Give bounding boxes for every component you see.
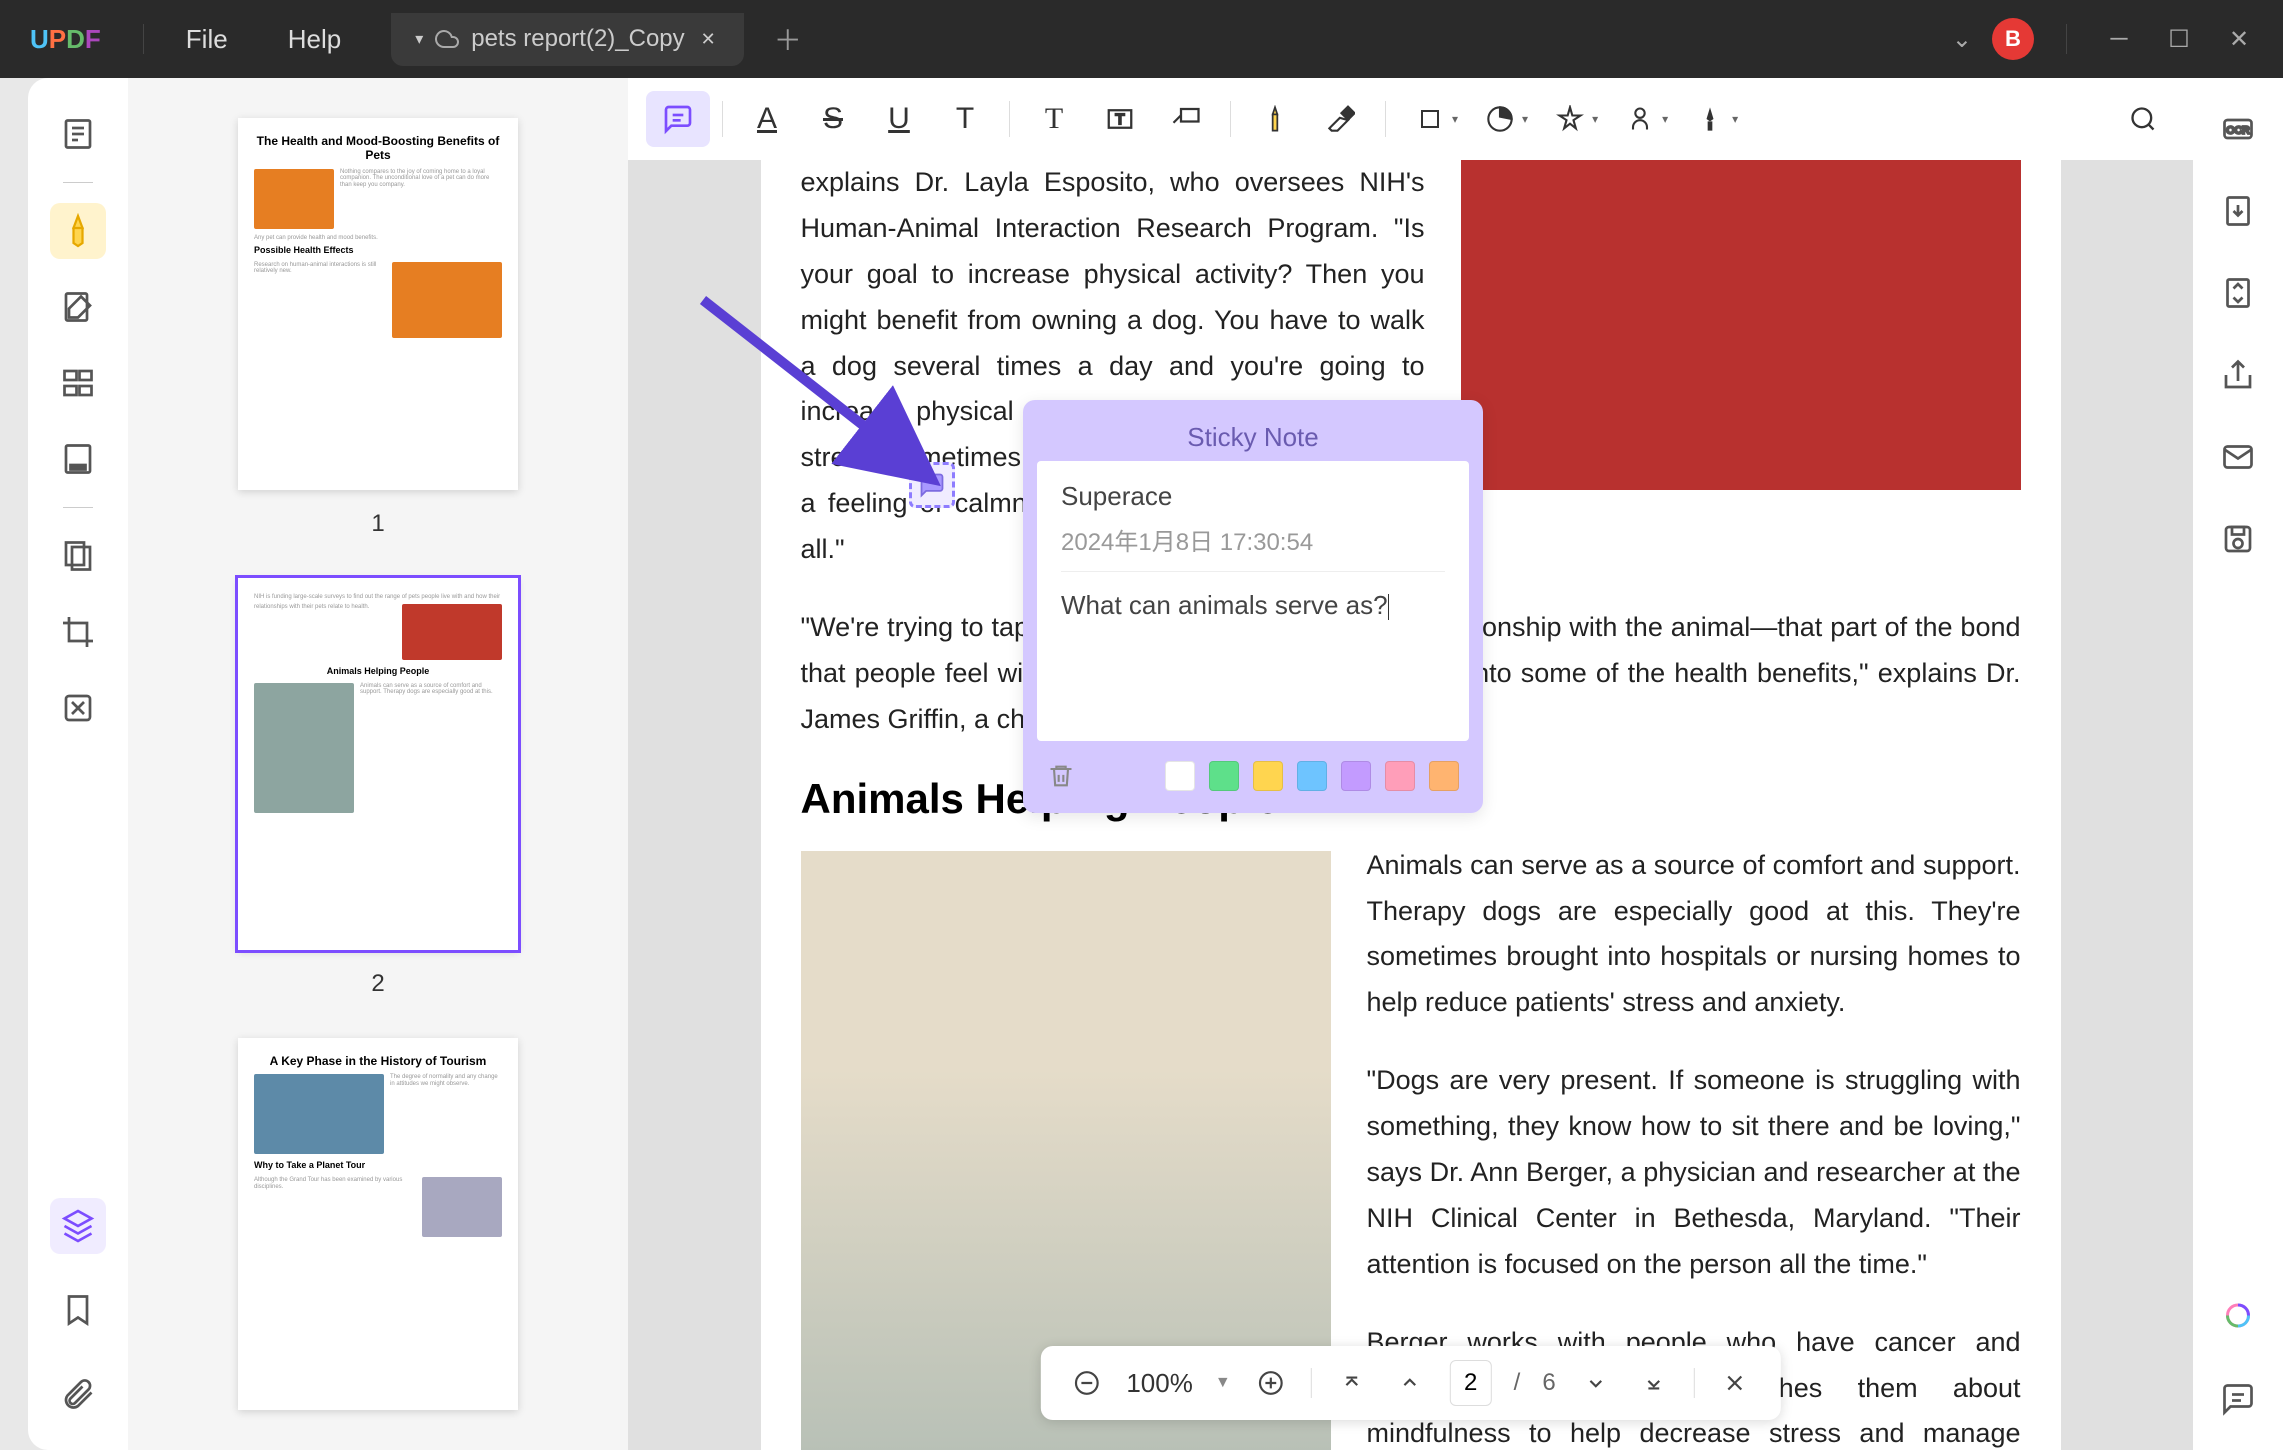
app-logo: UPDF <box>0 24 131 55</box>
minimize-button[interactable]: ─ <box>2099 25 2139 53</box>
layers-button[interactable] <box>50 1198 106 1254</box>
next-page-button[interactable] <box>1578 1365 1614 1401</box>
page-separator: / <box>1514 1369 1521 1397</box>
page-navigation: 100% ▼ / 6 <box>1040 1346 1780 1420</box>
convert-button[interactable] <box>2217 190 2259 232</box>
bookmark-button[interactable] <box>50 1282 106 1338</box>
prev-page-button[interactable] <box>1392 1365 1428 1401</box>
share-button[interactable] <box>2217 354 2259 396</box>
menu-help[interactable]: Help <box>258 24 371 55</box>
color-yellow[interactable] <box>1253 761 1283 791</box>
left-toolbar <box>28 78 128 1450</box>
dropdown-icon[interactable]: ▾ <box>1452 112 1458 126</box>
email-button[interactable] <box>2217 436 2259 478</box>
thumb-title: The Health and Mood-Boosting Benefits of… <box>254 134 502 163</box>
svg-text:OCR: OCR <box>2226 125 2250 137</box>
new-tab-button[interactable]: ＋ <box>774 19 802 59</box>
color-purple[interactable] <box>1341 761 1371 791</box>
callout-tool[interactable] <box>1154 91 1218 147</box>
thumbnail-page-1[interactable]: The Health and Mood-Boosting Benefits of… <box>238 118 518 490</box>
page-total: 6 <box>1542 1369 1555 1397</box>
delete-note-button[interactable] <box>1047 762 1075 790</box>
tab-dropdown-icon[interactable]: ▾ <box>415 29 423 49</box>
save-button[interactable] <box>2217 518 2259 560</box>
chevron-down-icon[interactable]: ⌄ <box>1952 25 1972 54</box>
document-area: A S U T T T ▾ ▾ ▾ ▾ ▾ <box>628 78 2193 1450</box>
color-blue[interactable] <box>1297 761 1327 791</box>
highlight-tool[interactable]: A <box>735 91 799 147</box>
close-window-button[interactable]: ✕ <box>2219 25 2259 54</box>
sticky-note-timestamp: 2024年1月8日 17:30:54 <box>1061 522 1445 572</box>
sticky-note-popup: Sticky Note Superace 2024年1月8日 17:30:54 … <box>1023 400 1483 813</box>
menu-file[interactable]: File <box>156 24 258 55</box>
svg-text:T: T <box>1115 111 1124 128</box>
color-white[interactable] <box>1165 761 1195 791</box>
strikethrough-tool[interactable]: S <box>801 91 865 147</box>
comments-panel-button[interactable] <box>2217 1378 2259 1420</box>
sticky-note-marker[interactable] <box>909 462 955 508</box>
organize-tool-button[interactable] <box>50 355 106 411</box>
text-tool[interactable]: T <box>1022 91 1086 147</box>
thumb-number: 1 <box>371 510 384 538</box>
textbox-tool[interactable]: T <box>1088 91 1152 147</box>
sticky-note-author: Superace <box>1061 481 1445 512</box>
zoom-in-button[interactable] <box>1253 1365 1289 1401</box>
zoom-dropdown-icon[interactable]: ▼ <box>1215 1374 1231 1392</box>
eraser-tool[interactable] <box>1309 91 1373 147</box>
cloud-icon <box>435 27 459 51</box>
color-pink[interactable] <box>1385 761 1415 791</box>
page-number-input[interactable] <box>1450 1360 1492 1406</box>
sticky-note-textarea[interactable]: What can animals serve as? <box>1061 590 1445 621</box>
article-image-dogs <box>1461 160 2021 490</box>
underline-tool[interactable]: U <box>867 91 931 147</box>
zoom-level: 100% <box>1126 1368 1193 1399</box>
thumbnail-page-2[interactable]: NIH is funding large-scale surveys to fi… <box>238 578 518 950</box>
dropdown-icon[interactable]: ▾ <box>1522 112 1528 126</box>
user-avatar[interactable]: B <box>1992 18 2034 60</box>
ocr-button[interactable]: OCR <box>2217 108 2259 150</box>
thumbnail-page-3[interactable]: A Key Phase in the History of Tourism Th… <box>238 1038 518 1410</box>
first-page-button[interactable] <box>1334 1365 1370 1401</box>
zoom-out-button[interactable] <box>1068 1365 1104 1401</box>
comment-tool-button[interactable] <box>50 203 106 259</box>
thumb-number: 2 <box>371 970 384 998</box>
color-green[interactable] <box>1209 761 1239 791</box>
attachment-button[interactable] <box>50 1366 106 1422</box>
tab-close-icon[interactable]: ✕ <box>697 25 720 54</box>
color-orange[interactable] <box>1429 761 1459 791</box>
page-viewport[interactable]: explains Dr. Layla Esposito, who oversee… <box>628 160 2193 1450</box>
reader-mode-button[interactable] <box>50 106 106 162</box>
thumbnails-panel: The Health and Mood-Boosting Benefits of… <box>128 78 628 1450</box>
crop-tool-button[interactable] <box>50 604 106 660</box>
dropdown-icon[interactable]: ▾ <box>1662 112 1668 126</box>
search-button[interactable] <box>2111 91 2175 147</box>
redact-tool-button[interactable] <box>50 680 106 736</box>
pages-tool-button[interactable] <box>50 528 106 584</box>
annotation-toolbar: A S U T T T ▾ ▾ ▾ ▾ ▾ <box>628 78 2193 160</box>
edit-tool-button[interactable] <box>50 279 106 335</box>
dropdown-icon[interactable]: ▾ <box>1732 112 1738 126</box>
sticky-note-title: Sticky Note <box>1037 414 1469 461</box>
form-tool-button[interactable] <box>50 431 106 487</box>
squiggly-tool[interactable]: T <box>933 91 997 147</box>
compress-button[interactable] <box>2217 272 2259 314</box>
last-page-button[interactable] <box>1636 1365 1672 1401</box>
document-tab[interactable]: ▾ pets report(2)_Copy ✕ <box>391 13 744 66</box>
tab-title: pets report(2)_Copy <box>471 25 684 53</box>
right-toolbar: OCR <box>2193 78 2283 1450</box>
ai-assistant-button[interactable] <box>2217 1296 2259 1338</box>
maximize-button[interactable]: ☐ <box>2159 25 2199 54</box>
pencil-tool[interactable] <box>1243 91 1307 147</box>
title-bar: UPDF File Help ▾ pets report(2)_Copy ✕ ＋… <box>0 0 2283 78</box>
sticky-note-tool[interactable] <box>646 91 710 147</box>
dropdown-icon[interactable]: ▾ <box>1592 112 1598 126</box>
close-nav-button[interactable] <box>1717 1365 1753 1401</box>
